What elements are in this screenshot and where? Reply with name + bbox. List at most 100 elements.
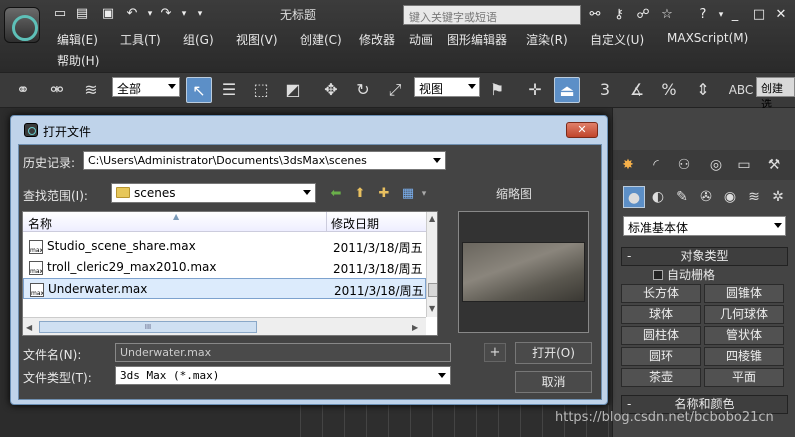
spinner-snap-icon[interactable]: ⇕ (690, 77, 716, 103)
window-crossing-icon[interactable]: ◩ (280, 77, 306, 103)
file-row[interactable]: max Underwater.max 2011/3/18/周五 (23, 278, 426, 299)
geosphere-button[interactable]: 几何球体 (704, 305, 784, 324)
app-logo-button[interactable] (4, 7, 40, 43)
quick-access-dropdown-icon[interactable]: ▾ (192, 6, 208, 22)
horizontal-scroll-thumb[interactable]: III (39, 321, 257, 333)
menu-tools[interactable]: 工具(T) (120, 31, 161, 48)
cone-button[interactable]: 圆锥体 (704, 284, 784, 303)
favorites-star-icon[interactable]: ☆ (658, 6, 676, 24)
horizontal-scrollbar[interactable]: ◀ III ▶ (23, 317, 426, 335)
filetype-select[interactable]: 3ds Max (*.max) (115, 366, 451, 385)
cylinder-button[interactable]: 圆柱体 (621, 326, 701, 345)
create-tab-icon[interactable]: ✸ (617, 154, 639, 176)
menu-animation[interactable]: 动画 (409, 31, 433, 48)
maximize-icon[interactable]: □ (750, 6, 768, 24)
filename-input[interactable]: Underwater.max (115, 343, 451, 362)
select-and-link-icon[interactable]: ⚭ (10, 77, 36, 103)
vertical-scroll-thumb[interactable] (428, 283, 437, 297)
new-file-icon[interactable]: ▭ (52, 6, 68, 22)
systems-icon[interactable]: ✲ (767, 186, 789, 208)
cancel-button[interactable]: 取消 (515, 371, 592, 393)
redo-icon[interactable]: ↷ (158, 6, 174, 22)
scroll-down-icon[interactable]: ▼ (429, 304, 435, 313)
menu-help[interactable]: 帮助(H) (57, 52, 99, 69)
redo-dropdown-icon[interactable]: ▾ (176, 6, 192, 22)
cameras-icon[interactable]: ✇ (695, 186, 717, 208)
open-folder-icon[interactable]: ▤ (74, 6, 90, 22)
menu-rendering[interactable]: 渲染(R) (526, 31, 568, 48)
sphere-button[interactable]: 球体 (621, 305, 701, 324)
plane-button[interactable]: 平面 (704, 368, 784, 387)
binoculars-icon[interactable]: ⚯ (586, 6, 604, 24)
select-and-scale-icon[interactable]: ⤢ (382, 77, 408, 103)
lights-icon[interactable]: ✎ (671, 186, 693, 208)
close-window-icon[interactable]: ✕ (772, 6, 790, 24)
column-name-header[interactable]: 名称 (28, 215, 52, 232)
rectangular-selection-icon[interactable]: ⬚ (248, 77, 274, 103)
undo-icon[interactable]: ↶ (124, 6, 140, 22)
shapes-icon[interactable]: ◐ (647, 186, 669, 208)
lookin-select[interactable]: scenes (111, 183, 316, 203)
use-pivot-center-icon[interactable]: ⚑ (484, 77, 510, 103)
vertical-scrollbar[interactable]: ▲ ▼ (426, 212, 437, 317)
view-menu-dropdown-icon[interactable]: ▾ (415, 185, 433, 203)
select-and-rotate-icon[interactable]: ↻ (350, 77, 376, 103)
menu-modifiers[interactable]: 修改器 (359, 31, 395, 48)
torus-button[interactable]: 圆环 (621, 347, 701, 366)
modify-tab-icon[interactable]: ◜ (645, 154, 667, 176)
communication-center-icon[interactable]: ☍ (634, 6, 652, 24)
object-type-rollout[interactable]: - 对象类型 (621, 247, 788, 266)
primitive-category-select[interactable]: 标准基本体 (623, 216, 786, 236)
percent-snap-icon[interactable]: % (656, 77, 682, 103)
file-row[interactable]: max troll_cleric29_max2010.max 2011/3/18/周… (23, 257, 426, 278)
file-row[interactable]: max Studio_scene_share.max 2011/3/18/周五 (23, 236, 426, 257)
tube-button[interactable]: 管状体 (704, 326, 784, 345)
open-button[interactable]: 打开(O) (515, 342, 592, 364)
box-button[interactable]: 长方体 (621, 284, 701, 303)
menu-customize[interactable]: 自定义(U) (590, 31, 644, 48)
menu-create[interactable]: 创建(C) (300, 31, 342, 48)
up-folder-icon[interactable]: ⬆ (351, 185, 369, 203)
selection-filter-select[interactable]: 全部 (112, 77, 180, 97)
display-tab-icon[interactable]: ▭ (733, 154, 755, 176)
angle-snap-icon[interactable]: ∡ (624, 77, 650, 103)
key-icon[interactable]: ⚷ (610, 6, 628, 24)
menu-edit[interactable]: 编辑(E) (57, 31, 98, 48)
space-warps-icon[interactable]: ≋ (743, 186, 765, 208)
scroll-up-icon[interactable]: ▲ (429, 214, 435, 223)
pyramid-button[interactable]: 四棱锥 (704, 347, 784, 366)
unlink-icon[interactable]: ⚮ (44, 77, 70, 103)
scroll-right-icon[interactable]: ▶ (412, 323, 418, 332)
undo-dropdown-icon[interactable]: ▾ (142, 6, 158, 22)
help-icon[interactable]: ? (694, 6, 712, 24)
select-and-move-icon[interactable]: ✥ (318, 77, 344, 103)
column-date-header[interactable]: 修改日期 (331, 215, 379, 232)
keyboard-shortcut-override-icon[interactable]: ⏏ (554, 77, 580, 103)
increment-button[interactable]: + (484, 343, 506, 362)
new-folder-icon[interactable]: ✚ (375, 185, 393, 203)
history-select[interactable]: C:\Users\Administrator\Documents\3dsMax\… (83, 151, 446, 170)
menu-graph-editors[interactable]: 图形编辑器 (447, 31, 507, 48)
menu-group[interactable]: 组(G) (183, 31, 214, 48)
motion-tab-icon[interactable]: ◎ (705, 154, 727, 176)
menu-views[interactable]: 视图(V) (236, 31, 278, 48)
save-icon[interactable]: ▣ (100, 6, 116, 22)
autogrid-checkbox[interactable]: 自动栅格 (653, 266, 715, 283)
back-icon[interactable]: ⬅ (327, 185, 345, 203)
minimize-icon[interactable]: _ (726, 6, 744, 24)
bind-space-warp-icon[interactable]: ≋ (78, 77, 104, 103)
dialog-close-button[interactable]: ✕ (566, 122, 598, 138)
helpers-icon[interactable]: ◉ (719, 186, 741, 208)
hierarchy-tab-icon[interactable]: ⚇ (673, 154, 695, 176)
named-selection-input[interactable]: 创建选 (756, 77, 795, 111)
geometry-icon[interactable]: ● (623, 186, 645, 208)
search-input[interactable]: 键入关键字或短语 (403, 5, 581, 25)
select-by-name-icon[interactable]: ☰ (216, 77, 242, 103)
select-manipulate-icon[interactable]: ✛ (522, 77, 548, 103)
menu-maxscript[interactable]: MAXScript(M) (667, 31, 748, 45)
scroll-left-icon[interactable]: ◀ (26, 323, 32, 332)
teapot-button[interactable]: 茶壶 (621, 368, 701, 387)
snaps-toggle-icon[interactable]: 3 (592, 77, 618, 103)
utilities-tab-icon[interactable]: ⚒ (763, 154, 785, 176)
reference-coordinate-select[interactable]: 视图 (414, 77, 480, 97)
